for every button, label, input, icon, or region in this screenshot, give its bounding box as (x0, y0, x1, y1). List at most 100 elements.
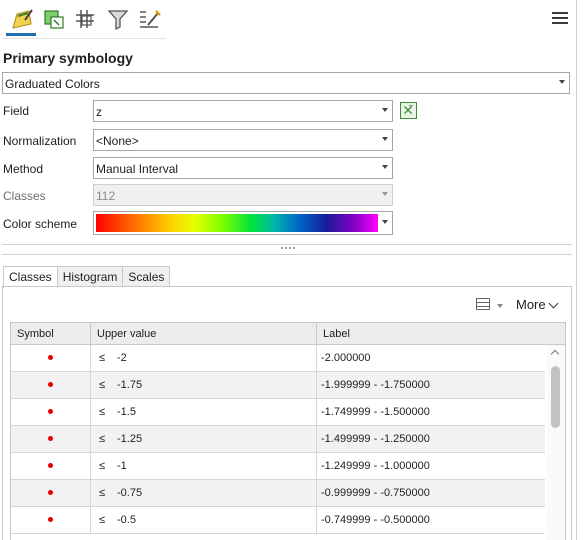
upper-value-text: -1.25 (117, 433, 143, 445)
field-label: Field (3, 104, 30, 118)
advanced-symbology-icon (140, 10, 161, 28)
symbology-toolbar (0, 0, 584, 40)
advanced-symbology-tab[interactable] (134, 4, 166, 34)
point-symbol-icon (48, 355, 53, 360)
more-menu-button[interactable]: More (516, 297, 546, 312)
symbol-cell[interactable] (11, 372, 91, 398)
label-cell[interactable]: -0.749999 - -0.500000 (317, 507, 545, 533)
vary-symbology-tab[interactable] (38, 4, 70, 34)
upper-value-cell[interactable]: ≤ -0.75 (91, 480, 317, 506)
label-cell[interactable]: -1.999999 - -1.750000 (317, 372, 545, 398)
upper-value-text: -1.75 (117, 379, 143, 391)
normalization-label: Normalization (3, 134, 77, 148)
table-body: ≤ -2 -2.000000 ≤ -1.75 -1.999999 - -1.750000 ≤… (11, 345, 545, 534)
section-title: Primary symbology (3, 50, 133, 66)
color-ramp-swatch (96, 214, 378, 232)
table-row[interactable]: ≤ -1 -1.249999 - -1.000000 (11, 453, 545, 480)
chevron-down-icon (382, 192, 388, 196)
tab-scales[interactable]: Scales (122, 266, 171, 287)
symbol-cell[interactable] (11, 453, 91, 479)
classes-value: 112 (96, 189, 116, 203)
operator-text: ≤ (99, 379, 106, 391)
upper-value-text: -0.5 (117, 514, 136, 526)
upper-value-cell[interactable]: ≤ -1.75 (91, 372, 317, 398)
method-value: Manual Interval (96, 162, 179, 176)
table-row[interactable]: ≤ -0.75 -0.999999 - -0.750000 (11, 480, 545, 507)
renderer-dropdown[interactable]: Graduated Colors (2, 72, 570, 94)
symbol-cell[interactable] (11, 480, 91, 506)
label-cell[interactable]: -1.499999 - -1.250000 (317, 426, 545, 452)
upper-value-text: -0.75 (117, 487, 143, 499)
chevron-down-icon (382, 137, 388, 141)
field-dropdown[interactable]: z (93, 100, 393, 122)
chevron-down-icon (382, 165, 388, 169)
primary-symbology-icon (12, 9, 33, 29)
table-row[interactable]: ≤ -1.75 -1.999999 - -1.750000 (11, 372, 545, 399)
table-view-icon[interactable] (476, 298, 490, 310)
label-cell[interactable]: -1.249999 - -1.000000 (317, 453, 545, 479)
table-row[interactable]: ≤ -2 -2.000000 (11, 345, 545, 372)
color-scheme-label: Color scheme (3, 217, 78, 231)
point-symbol-icon (48, 436, 53, 441)
table-scrollbar[interactable] (547, 345, 565, 540)
toolbar-divider (2, 38, 166, 39)
method-label: Method (3, 162, 44, 176)
menu-icon[interactable] (552, 12, 568, 28)
renderer-value: Graduated Colors (5, 77, 100, 91)
splitter-grip[interactable] (281, 247, 295, 249)
upper-value-cell[interactable]: ≤ -2 (91, 345, 317, 371)
operator-text: ≤ (99, 514, 106, 526)
upper-value-cell[interactable]: ≤ -1.5 (91, 399, 317, 425)
upper-value-cell[interactable]: ≤ -1 (91, 453, 317, 479)
scrollbar-thumb[interactable] (551, 366, 560, 428)
normalization-value: <None> (96, 134, 139, 148)
operator-text: ≤ (99, 406, 106, 418)
classes-table: Symbol Upper value Label ≤ -2 -2.000000 ≤ -1… (10, 322, 566, 540)
point-symbol-icon (48, 409, 53, 414)
color-scheme-dropdown[interactable] (93, 211, 393, 235)
tab-histogram[interactable]: Histogram (56, 266, 124, 287)
column-header-symbol[interactable]: Symbol (11, 323, 91, 345)
expression-icon (404, 105, 413, 115)
upper-value-text: -1 (117, 460, 127, 472)
field-value: z (96, 105, 102, 119)
symbol-cell[interactable] (11, 426, 91, 452)
symbol-layers-tab[interactable] (70, 4, 102, 34)
active-tab-indicator (6, 33, 36, 36)
point-symbol-icon (48, 382, 53, 387)
column-header-label[interactable]: Label (317, 323, 545, 345)
expression-button[interactable] (400, 102, 417, 119)
classes-label: Classes (3, 189, 46, 203)
symbol-layers-icon (76, 10, 94, 28)
label-cell[interactable]: -1.749999 - -1.500000 (317, 399, 545, 425)
vary-symbology-icon (44, 10, 64, 29)
tab-classes[interactable]: Classes (3, 266, 58, 288)
pane-border (576, 0, 577, 540)
upper-value-cell[interactable]: ≤ -0.5 (91, 507, 317, 533)
chevron-up-icon[interactable] (550, 349, 560, 359)
label-cell[interactable]: -2.000000 (317, 345, 545, 371)
splitter-line (2, 254, 572, 255)
label-cell[interactable]: -0.999999 - -0.750000 (317, 480, 545, 506)
upper-value-cell[interactable]: ≤ -1.25 (91, 426, 317, 452)
symbol-cell[interactable] (11, 399, 91, 425)
upper-value-text: -1.5 (117, 406, 136, 418)
table-row[interactable]: ≤ -0.5 -0.749999 - -0.500000 (11, 507, 545, 534)
table-header: Symbol Upper value Label (11, 323, 565, 345)
primary-symbology-tab[interactable] (6, 4, 38, 34)
classes-tabs: Classes Histogram Scales (3, 266, 171, 288)
symbol-cell[interactable] (11, 345, 91, 371)
table-row[interactable]: ≤ -1.25 -1.499999 - -1.250000 (11, 426, 545, 453)
point-symbol-icon (48, 517, 53, 522)
upper-value-text: -2 (117, 352, 127, 364)
filter-tab[interactable] (102, 4, 134, 34)
point-symbol-icon (48, 490, 53, 495)
method-dropdown[interactable]: Manual Interval (93, 157, 393, 179)
table-row[interactable]: ≤ -1.5 -1.749999 - -1.500000 (11, 399, 545, 426)
operator-text: ≤ (99, 352, 106, 364)
normalization-dropdown[interactable]: <None> (93, 129, 393, 151)
symbol-cell[interactable] (11, 507, 91, 533)
chevron-down-icon[interactable] (497, 304, 503, 308)
filter-icon (107, 10, 129, 31)
column-header-upper-value[interactable]: Upper value (91, 323, 317, 345)
